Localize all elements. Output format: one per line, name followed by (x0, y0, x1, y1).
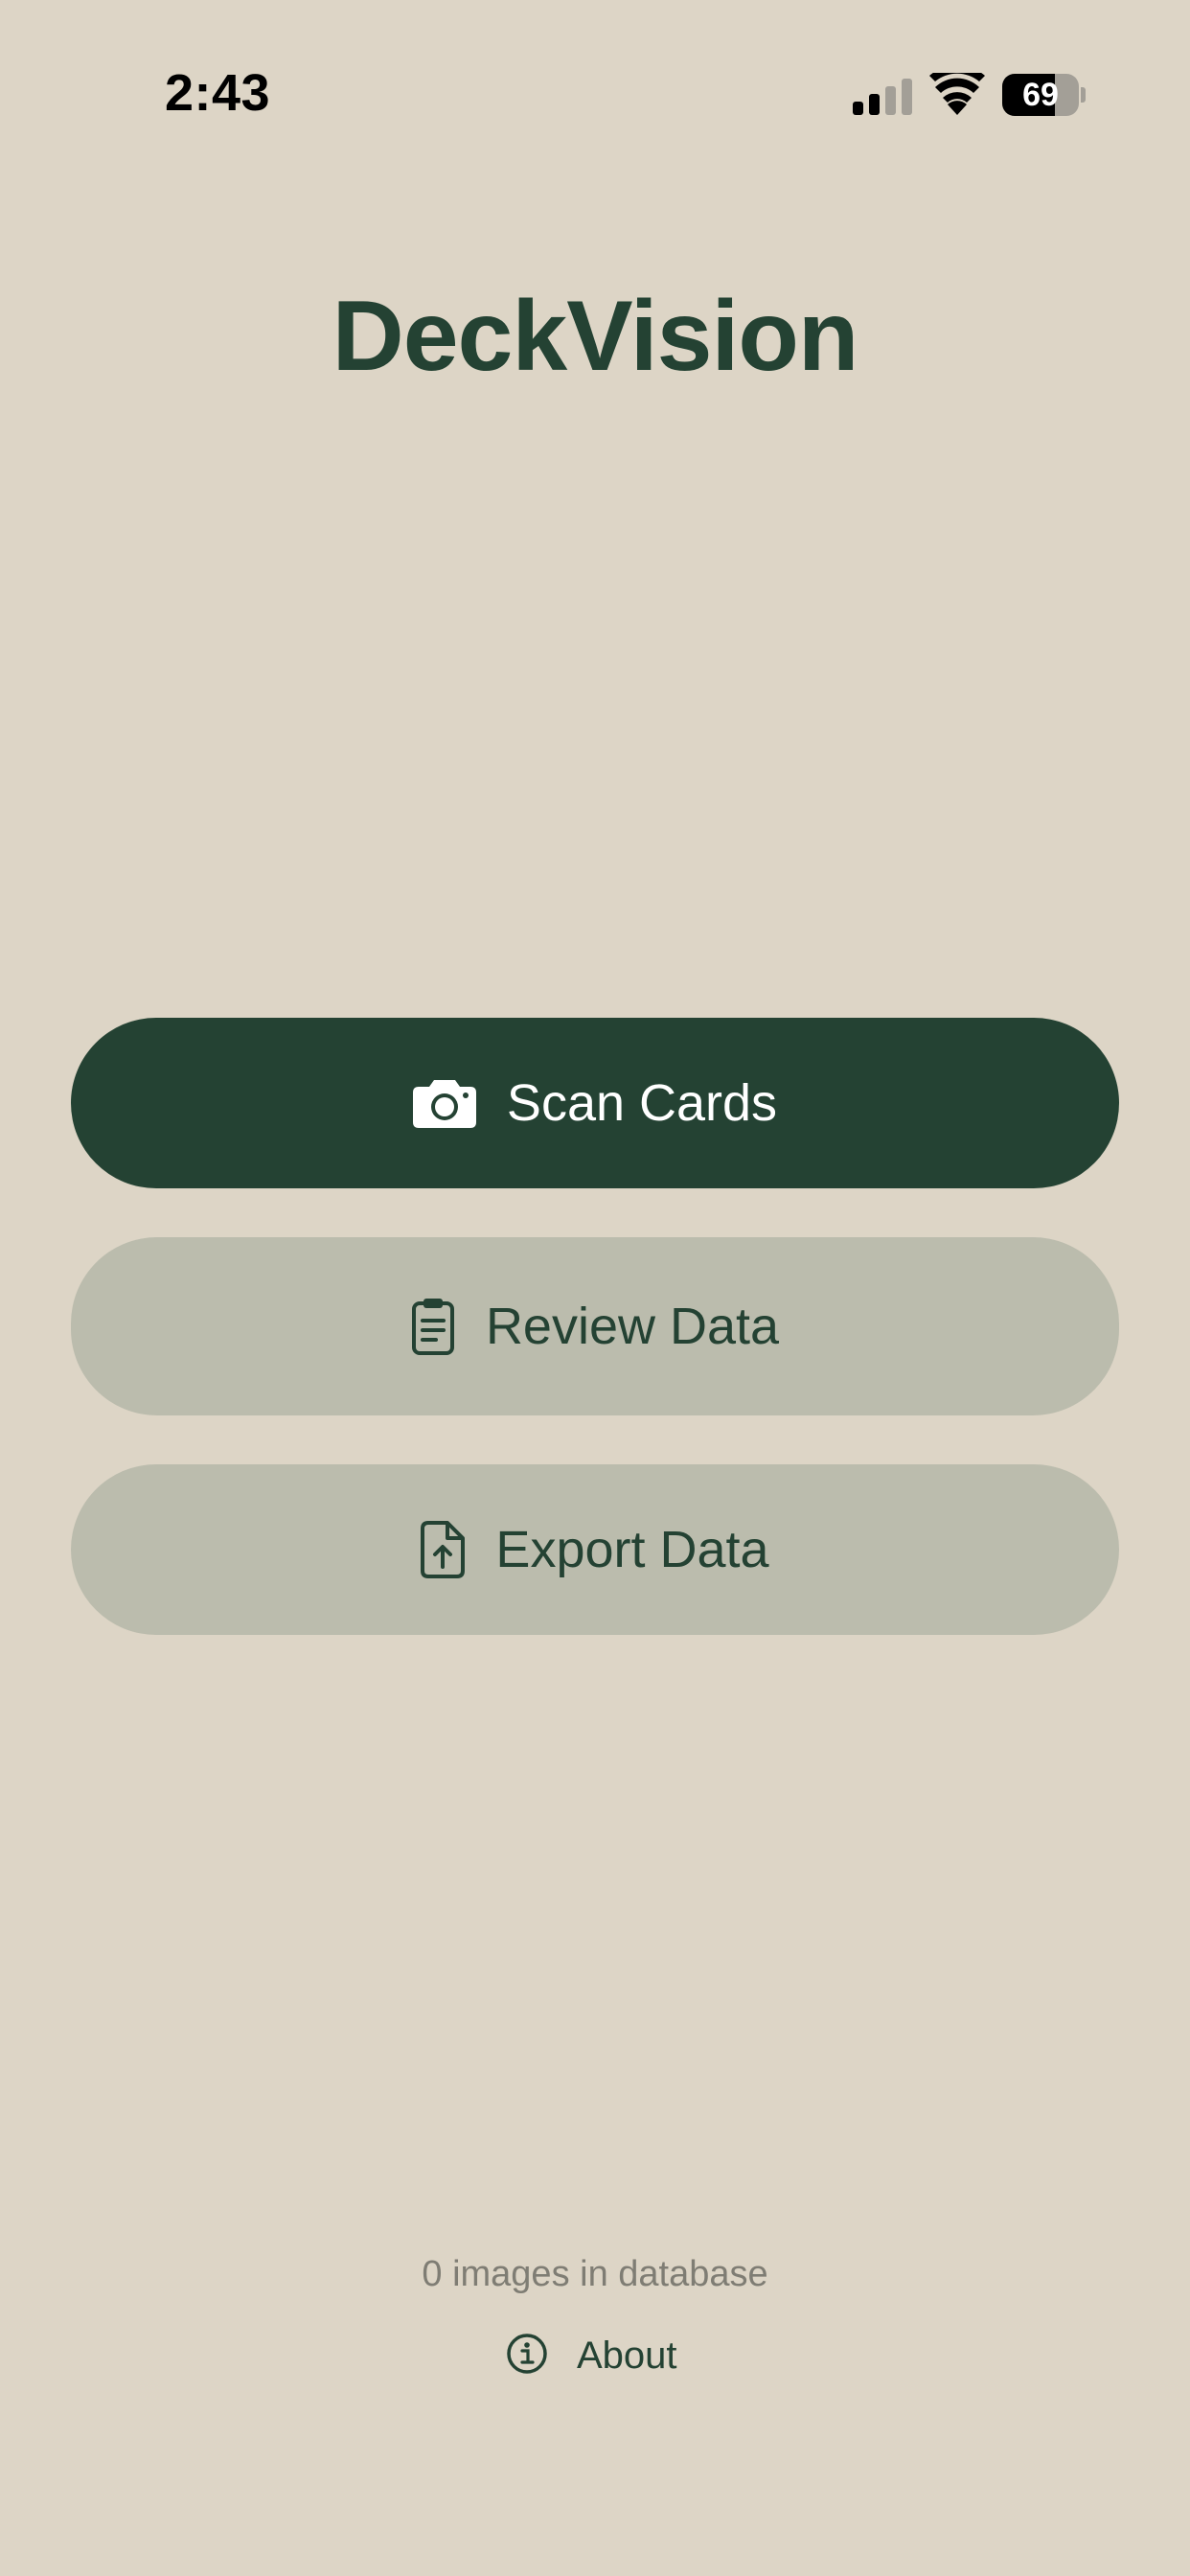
clipboard-icon (411, 1297, 455, 1356)
scan-cards-label: Scan Cards (506, 1074, 778, 1132)
app-title: DeckVision (332, 281, 859, 392)
status-time: 2:43 (165, 64, 271, 122)
database-status: 0 images in database (422, 2254, 768, 2294)
wifi-icon (929, 65, 985, 115)
battery-icon: 69 (1002, 74, 1086, 116)
about-label: About (577, 2334, 677, 2377)
review-data-button[interactable]: Review Data (71, 1237, 1119, 1415)
camera-icon (412, 1078, 476, 1128)
review-data-label: Review Data (485, 1298, 780, 1355)
export-data-button[interactable]: Export Data (71, 1464, 1119, 1635)
info-icon (506, 2333, 548, 2380)
cellular-signal-icon (853, 77, 914, 115)
export-data-label: Export Data (495, 1521, 769, 1578)
scan-cards-button[interactable]: Scan Cards (71, 1018, 1119, 1188)
about-link[interactable]: About (506, 2327, 677, 2384)
battery-level: 69 (1022, 77, 1059, 113)
file-export-icon (421, 1521, 466, 1578)
status-bar: 2:43 69 (0, 0, 1190, 192)
